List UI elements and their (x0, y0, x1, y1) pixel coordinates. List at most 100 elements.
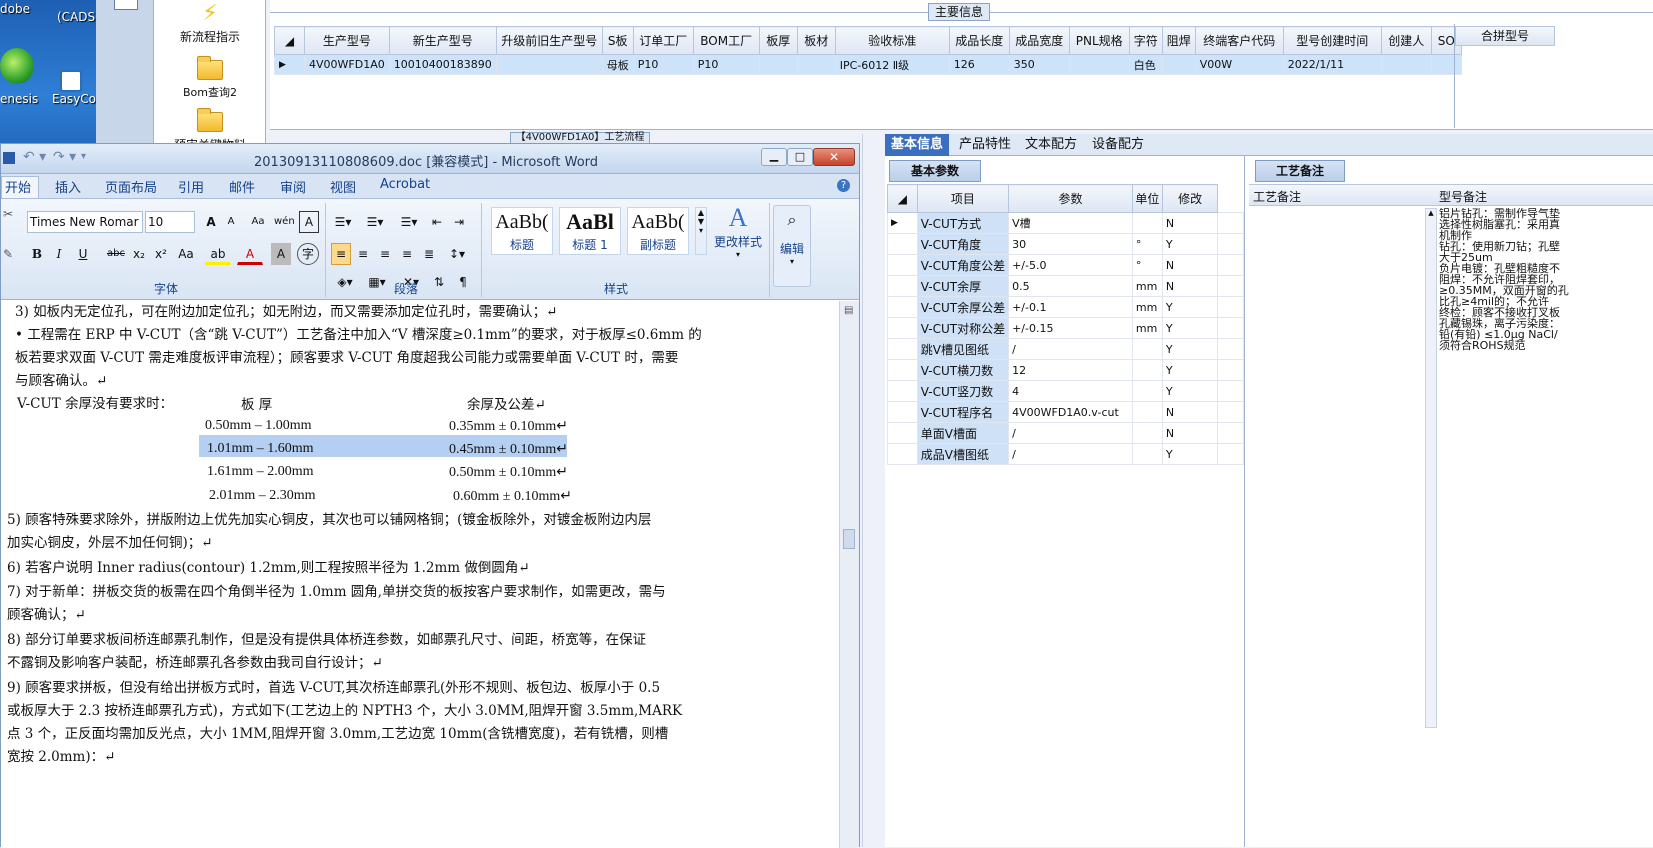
maximize-button[interactable]: □ (787, 148, 813, 166)
cell[interactable]: 2022/1/11 (1282, 54, 1382, 75)
param-name[interactable]: V-CUT方式 (916, 212, 1010, 234)
style-gallery-scroll[interactable]: ▲ ▼ ▾ (695, 207, 707, 255)
param-name[interactable]: V-CUT横刀数 (916, 359, 1010, 381)
tab-text-recipe[interactable]: 文本配方 (1019, 134, 1083, 156)
col-header[interactable]: S板 (601, 26, 634, 55)
char-shading-button[interactable]: A (271, 243, 291, 265)
font-color-button[interactable]: A (237, 243, 263, 265)
splitter[interactable] (862, 134, 884, 847)
document-body[interactable]: 3) 如板内无定位孔，可在附边加定位孔；如无附边，而又需要添加定位孔时，需要确认… (1, 301, 841, 848)
table-row[interactable]: V-CUT余厚公差 +/-0.1 mm Y (887, 296, 1244, 318)
table-row[interactable]: 单面V槽面 / N (887, 422, 1244, 444)
font-name-box[interactable]: Times New Romar (27, 211, 143, 233)
tab-product-feature[interactable]: 产品特性 (953, 134, 1017, 156)
col-header[interactable]: 板厚 (758, 26, 798, 55)
col-header[interactable]: 成品宽度 (1008, 26, 1070, 55)
param-value[interactable]: +/-0.1 (1008, 296, 1133, 318)
merge-model-header[interactable]: 合拼型号 (1455, 26, 1555, 46)
tab-review[interactable]: 审阅 (280, 177, 306, 196)
param-name[interactable]: V-CUT角度公差 (916, 254, 1010, 276)
col-header[interactable]: 修改 (1161, 184, 1219, 213)
multilevel-list-button[interactable]: ☰▾ (395, 211, 423, 233)
minimize-button[interactable]: ▁ (761, 148, 787, 166)
style-subtitle[interactable]: AaBb( 副标题 (627, 207, 689, 255)
param-name[interactable]: 跳V槽见图纸 (916, 338, 1010, 360)
tab-mailings[interactable]: 邮件 (229, 177, 255, 196)
col-header[interactable]: 板材 (796, 26, 836, 55)
easycom-app-icon[interactable] (60, 70, 82, 92)
param-unit[interactable]: ° (1131, 254, 1163, 276)
param-unit[interactable] (1131, 443, 1163, 465)
tab-device-recipe[interactable]: 设备配方 (1086, 134, 1150, 156)
font-size-box[interactable]: 10 (145, 211, 195, 233)
cell[interactable]: V00W (1194, 54, 1284, 75)
row-header-corner[interactable]: ◢ (274, 26, 305, 55)
param-unit[interactable] (1131, 422, 1163, 444)
redo-icon[interactable]: ↷ ▾ (53, 149, 76, 165)
underline-button[interactable]: U (71, 243, 95, 265)
param-modify[interactable]: N (1161, 422, 1219, 444)
tab-basic-info[interactable]: 基本信息 (885, 134, 950, 156)
param-unit[interactable]: mm (1131, 275, 1163, 297)
tool-bom-query[interactable]: Bom查询2 (154, 56, 266, 100)
cell[interactable]: IPC-6012 Ⅱ级 (834, 54, 950, 75)
param-modify[interactable]: N (1161, 212, 1219, 234)
param-name[interactable]: 成品V槽图纸 (916, 443, 1010, 465)
model-notes-header[interactable]: 型号备注 (1439, 188, 1487, 205)
italic-button[interactable]: I (49, 243, 69, 265)
table-row[interactable]: V-CUT角度公差 +/-5.0 ° N (887, 254, 1244, 276)
notes-scrollbar[interactable]: ▲ (1425, 208, 1437, 728)
scroll-thumb[interactable] (843, 529, 855, 549)
param-name[interactable]: V-CUT余厚公差 (916, 296, 1010, 318)
show-marks-button[interactable]: ¶ (453, 271, 473, 293)
param-value[interactable]: 12 (1008, 359, 1133, 381)
table-row[interactable]: V-CUT横刀数 12 Y (887, 359, 1244, 381)
param-modify[interactable]: Y (1161, 359, 1219, 381)
cell[interactable] (796, 54, 836, 75)
align-left-button[interactable]: ≡ (331, 243, 351, 265)
bullets-button[interactable]: ☰▾ (329, 211, 357, 233)
param-unit[interactable]: ° (1131, 233, 1163, 255)
cell[interactable]: 350 (1008, 54, 1070, 75)
format-painter-icon[interactable]: ✎ (3, 247, 13, 261)
desktop-icon-label[interactable]: EasyCo (52, 92, 96, 106)
col-header[interactable]: 阻焊 (1161, 26, 1196, 55)
param-value[interactable]: / (1008, 422, 1133, 444)
cell[interactable] (1161, 54, 1196, 75)
param-unit[interactable]: mm (1131, 296, 1163, 318)
cell[interactable]: P10 (632, 54, 694, 75)
customize-toolbar-icon[interactable]: ▾ (81, 151, 86, 162)
col-header[interactable]: 参数 (1008, 184, 1133, 213)
table-row[interactable]: ▶ 4V00WFD1A0 10010400183890 母板 P10 P10 I… (274, 54, 1462, 75)
tool-new-process[interactable]: ⚡ 新流程指示 (154, 2, 266, 45)
align-right-button[interactable]: ≡ (375, 243, 395, 265)
param-modify[interactable]: Y (1161, 317, 1219, 339)
shading-button[interactable]: ◈▾ (331, 271, 359, 293)
edit-button[interactable]: ⌕ 编辑 ▾ (773, 205, 811, 287)
col-header[interactable]: 新生产型号 (388, 26, 497, 55)
cell[interactable] (1380, 54, 1432, 75)
subscript-button[interactable]: x₂ (129, 243, 149, 265)
model-notes[interactable]: 铝片钻孔：需制作导气垫 选择性树脂塞孔：采用真 机制作 钻孔：使用新刀钻；孔壁 … (1439, 208, 1653, 728)
param-modify[interactable]: Y (1161, 338, 1219, 360)
change-styles-button[interactable]: A 更改样式 ▾ (711, 203, 765, 273)
col-header[interactable]: 项目 (916, 184, 1010, 213)
col-header[interactable]: 单位 (1131, 184, 1163, 213)
char-border-icon[interactable]: A (299, 211, 319, 233)
col-header[interactable]: 生产型号 (304, 26, 390, 55)
toolbar-icon[interactable] (114, 0, 138, 10)
superscript-button[interactable]: x² (151, 243, 171, 265)
tab-references[interactable]: 引用 (178, 177, 204, 196)
strikethrough-button[interactable]: abc (105, 243, 127, 265)
vertical-scrollbar[interactable]: ▤ (839, 301, 859, 848)
param-modify[interactable]: N (1161, 275, 1219, 297)
col-header[interactable]: 升级前旧生产型号 (495, 26, 603, 55)
shrink-font-icon[interactable]: A (221, 211, 241, 233)
param-value[interactable]: V槽 (1008, 212, 1133, 234)
close-button[interactable]: ✕ (813, 148, 855, 166)
param-value[interactable]: 30 (1008, 233, 1133, 255)
undo-icon[interactable]: ↶ ▾ (23, 149, 46, 165)
increase-indent-button[interactable]: ⇥ (449, 211, 469, 233)
cell[interactable]: 4V00WFD1A0 (304, 54, 390, 75)
cell[interactable]: P10 (692, 54, 760, 75)
